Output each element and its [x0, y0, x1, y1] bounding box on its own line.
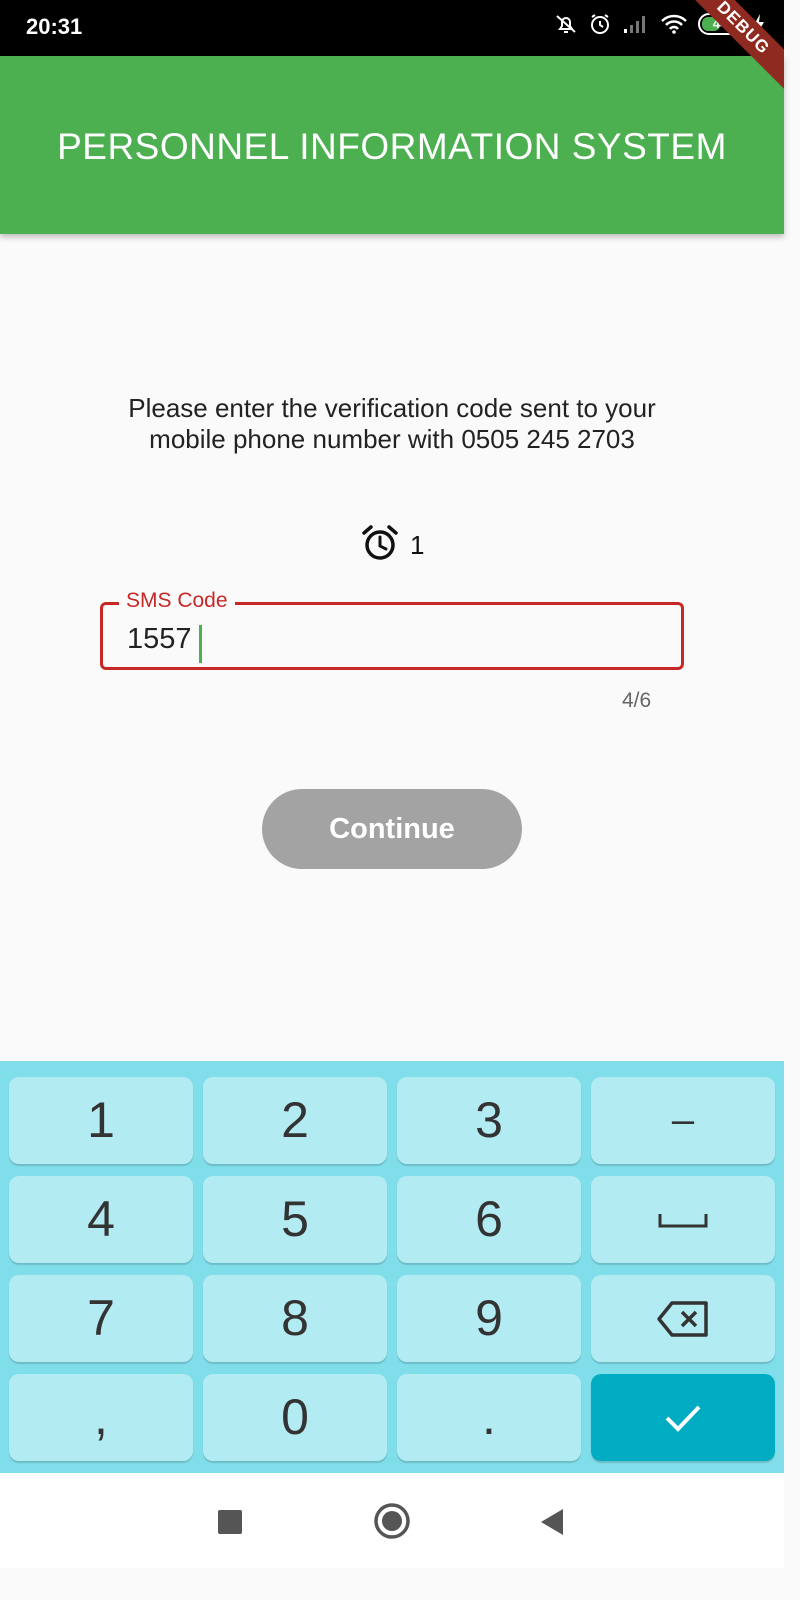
sms-code-label: SMS Code: [119, 589, 235, 613]
verification-message: Please enter the verification code sent …: [128, 393, 656, 454]
backspace-icon: [657, 1300, 708, 1337]
key-backspace[interactable]: [591, 1275, 775, 1362]
key-9[interactable]: 9: [397, 1275, 581, 1362]
key-enter[interactable]: [591, 1374, 775, 1461]
back-icon[interactable]: [539, 1508, 565, 1541]
key-5[interactable]: 5: [203, 1176, 387, 1263]
space-icon: [658, 1213, 708, 1227]
signal-icon: [622, 13, 650, 35]
debug-ribbon-container: DEBUG: [664, 0, 784, 120]
key-6[interactable]: 6: [397, 1176, 581, 1263]
key-0[interactable]: 0: [203, 1374, 387, 1461]
countdown-timer: 1: [360, 523, 424, 568]
key-period[interactable]: .: [397, 1374, 581, 1461]
numeric-keyboard: 1 2 3 – 4 5 6 7 8 9 , 0 .: [0, 1061, 784, 1473]
sms-code-input[interactable]: [127, 623, 527, 656]
key-space[interactable]: [591, 1176, 775, 1263]
key-7[interactable]: 7: [9, 1275, 193, 1362]
recent-apps-icon[interactable]: [217, 1509, 243, 1540]
status-time: 20:31: [26, 14, 83, 39]
timer-value: 1: [410, 530, 425, 560]
key-1[interactable]: 1: [9, 1077, 193, 1164]
key-minus[interactable]: –: [591, 1077, 775, 1164]
key-8[interactable]: 8: [203, 1275, 387, 1362]
alarm-icon: [588, 12, 612, 36]
muted-bell-icon: [554, 12, 578, 36]
check-icon: [665, 1405, 701, 1432]
key-3[interactable]: 3: [397, 1077, 581, 1164]
app-bar-title: PERSONNEL INFORMATION SYSTEM: [57, 126, 727, 167]
key-comma[interactable]: ,: [9, 1374, 193, 1461]
text-cursor: [199, 625, 202, 663]
continue-button[interactable]: Continue: [262, 789, 522, 869]
key-2[interactable]: 2: [203, 1077, 387, 1164]
alarm-clock-icon: [360, 523, 400, 568]
home-icon[interactable]: [373, 1502, 411, 1545]
sms-code-field[interactable]: SMS Code: [100, 589, 684, 670]
navigation-bar: [0, 1473, 784, 1568]
character-counter: 4/6: [622, 689, 652, 712]
debug-banner: DEBUG: [680, 0, 784, 91]
key-4[interactable]: 4: [9, 1176, 193, 1263]
